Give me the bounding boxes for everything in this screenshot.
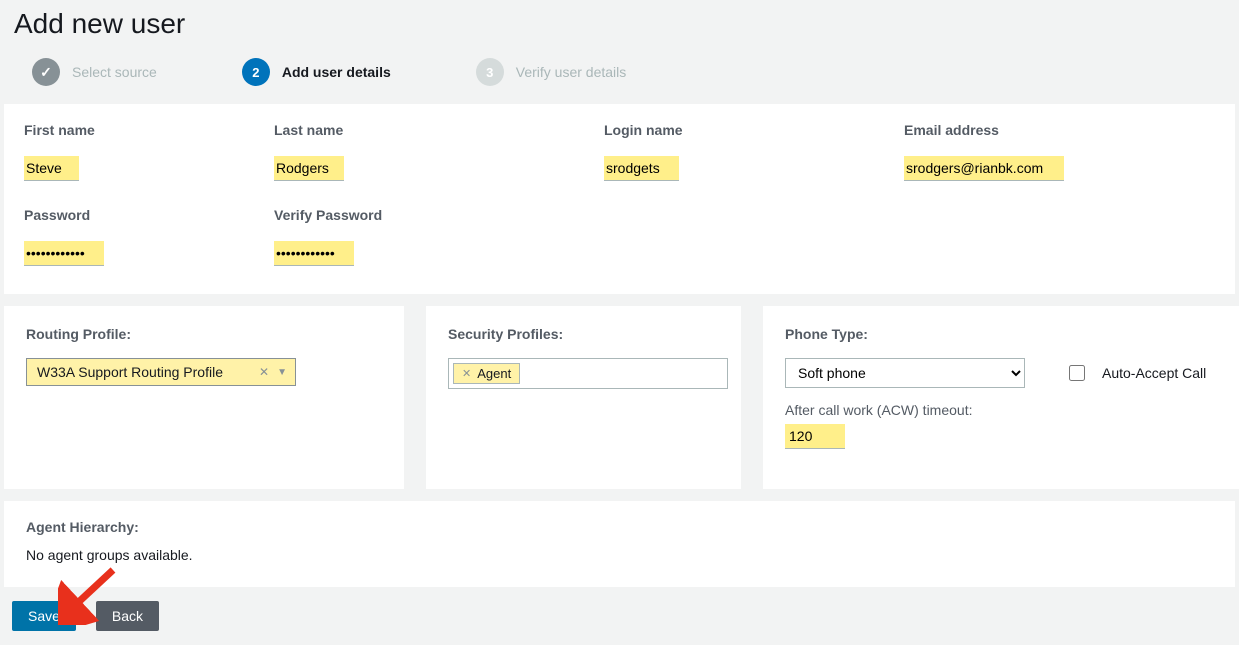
security-profiles-input[interactable]: ✕ Agent (448, 358, 728, 389)
last-name-label: Last name (274, 122, 604, 138)
wizard-stepper: Select source 2 Add user details 3 Verif… (0, 52, 1239, 104)
security-tag-agent: ✕ Agent (453, 363, 520, 384)
agent-hierarchy-panel: Agent Hierarchy: No agent groups availab… (4, 501, 1235, 587)
step-label: Add user details (282, 64, 391, 80)
step-select-source: Select source (32, 58, 157, 86)
first-name-group: First name (24, 122, 274, 181)
chevron-down-icon[interactable]: ▼ (277, 367, 287, 378)
password-label: Password (24, 207, 274, 223)
verify-password-input[interactable] (274, 241, 354, 266)
remove-tag-icon[interactable]: ✕ (462, 367, 471, 380)
step-label: Select source (72, 64, 157, 80)
check-icon (32, 58, 60, 86)
routing-profile-value: W33A Support Routing Profile (37, 364, 223, 380)
security-profiles-panel: Security Profiles: ✕ Agent (426, 306, 741, 489)
step-add-user-details: 2 Add user details (242, 58, 391, 86)
back-button[interactable]: Back (96, 601, 159, 631)
phone-type-panel: Phone Type: Soft phone Auto-Accept Call … (763, 306, 1239, 489)
step-verify-user-details: 3 Verify user details (476, 58, 627, 86)
step-number-icon: 2 (242, 58, 270, 86)
agent-hierarchy-label: Agent Hierarchy: (26, 519, 1213, 535)
login-name-label: Login name (604, 122, 904, 138)
email-input[interactable] (904, 156, 1064, 181)
user-details-panel: First name Last name Login name Email ad… (4, 104, 1235, 294)
login-name-input[interactable] (604, 156, 679, 181)
email-group: Email address (904, 122, 1224, 181)
auto-accept-call-label: Auto-Accept Call (1102, 365, 1206, 381)
password-group: Password (24, 207, 274, 266)
save-button[interactable]: Save (12, 601, 76, 631)
routing-profile-select[interactable]: W33A Support Routing Profile ✕ ▼ (26, 358, 296, 386)
last-name-group: Last name (274, 122, 604, 181)
clear-icon[interactable]: ✕ (259, 365, 269, 379)
agent-hierarchy-message: No agent groups available. (26, 547, 1213, 563)
acw-timeout-label: After call work (ACW) timeout: (785, 402, 1221, 418)
password-input[interactable] (24, 241, 104, 266)
auto-accept-call-checkbox[interactable] (1069, 365, 1085, 381)
verify-password-group: Verify Password (274, 207, 604, 266)
footer-actions: Save Back (0, 587, 1239, 645)
page-title: Add new user (14, 8, 1239, 40)
routing-profile-panel: Routing Profile: W33A Support Routing Pr… (4, 306, 404, 489)
phone-type-select[interactable]: Soft phone (785, 358, 1025, 388)
last-name-input[interactable] (274, 156, 344, 181)
step-label: Verify user details (516, 64, 627, 80)
acw-timeout-input[interactable] (785, 424, 845, 449)
login-name-group: Login name (604, 122, 904, 181)
security-profiles-label: Security Profiles: (448, 326, 719, 342)
email-label: Email address (904, 122, 1224, 138)
first-name-input[interactable] (24, 156, 79, 181)
routing-profile-label: Routing Profile: (26, 326, 382, 342)
verify-password-label: Verify Password (274, 207, 604, 223)
auto-accept-call-group[interactable]: Auto-Accept Call (1065, 362, 1206, 384)
first-name-label: First name (24, 122, 274, 138)
phone-type-label: Phone Type: (785, 326, 1221, 342)
security-tag-label: Agent (477, 366, 511, 381)
step-number-icon: 3 (476, 58, 504, 86)
